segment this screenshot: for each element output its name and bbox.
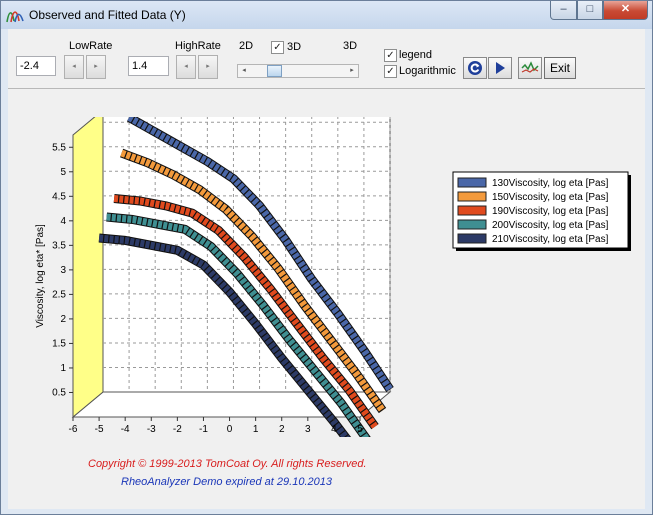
- window-title: Observed and Fitted Data (Y): [29, 8, 186, 22]
- maximize-button[interactable]: □: [577, 1, 603, 20]
- y-tick-label: 1: [60, 363, 66, 374]
- label-3d: 3D: [343, 40, 358, 52]
- play-button[interactable]: [488, 57, 512, 79]
- play-icon: [496, 62, 505, 74]
- refresh-button[interactable]: [463, 57, 487, 79]
- demo-expiry-text: RheoAnalyzer Demo expired at 29.10.2013: [121, 476, 332, 488]
- y-tick-label: 5: [60, 167, 66, 178]
- x-tick-label: 0: [227, 424, 233, 435]
- toolbar-divider: [8, 88, 645, 89]
- view-angle-slider[interactable]: ◂ ▸: [237, 64, 359, 78]
- x-tick-label: 5: [357, 424, 363, 435]
- copyright-text: Copyright © 1999-2013 TomCoat Oy. All ri…: [88, 458, 367, 470]
- x-tick-label: -3: [147, 424, 156, 435]
- high-rate-input[interactable]: [128, 56, 169, 76]
- exit-button[interactable]: Exit: [544, 57, 576, 79]
- low-rate-label: LowRate: [69, 40, 113, 52]
- legend-swatch: [457, 205, 487, 216]
- y-tick-label: 3: [60, 265, 66, 276]
- legend-label: 130Viscosity, log eta [Pas]: [492, 178, 609, 189]
- x-tick-label: 1: [253, 424, 259, 435]
- x-tick-label: -6: [69, 424, 78, 435]
- app-window: Observed and Fitted Data (Y) – □ ✕ LowRa…: [0, 0, 653, 515]
- legend-checkbox[interactable]: ✓: [384, 49, 397, 62]
- chart-icon: [521, 61, 539, 73]
- legend-checkbox-label: legend: [399, 49, 433, 61]
- y-tick-label: 2.5: [52, 289, 66, 300]
- refresh-icon: [468, 61, 482, 75]
- y-tick-label: 4: [60, 216, 66, 227]
- legend-swatch: [457, 233, 487, 244]
- chart-left-wall: [72, 117, 104, 419]
- y-tick-label: 4.5: [52, 191, 66, 202]
- slider-thumb[interactable]: [267, 65, 282, 77]
- x-tick-label: -4: [121, 424, 130, 435]
- legend-label: 200Viscosity, log eta [Pas]: [492, 220, 609, 231]
- legend-label: 210Viscosity, log eta [Pas]: [492, 234, 609, 245]
- y-tick-label: 1.5: [52, 338, 66, 349]
- viscosity-chart: -6 -5 -4 -3 -2 -1 0 1 2 3 4 5 0.5 1 1.5 2 2.5 3 3.5 4 4.5 5 5.…: [35, 117, 631, 437]
- x-tick-label: 3: [305, 424, 311, 435]
- y-tick-label: 5.5: [52, 142, 66, 153]
- low-rate-decrease-button[interactable]: ◂: [64, 55, 84, 79]
- y-axis-title: Viscosity, log eta* [Pas]: [35, 224, 46, 328]
- close-button[interactable]: ✕: [603, 1, 648, 20]
- legend-swatch: [457, 177, 487, 188]
- high-rate-label: HighRate: [175, 40, 221, 52]
- x-tick-label: 4: [331, 424, 337, 435]
- logarithmic-checkbox-label: Logarithmic: [399, 65, 456, 77]
- slider-right-arrow-icon[interactable]: ▸: [346, 65, 358, 77]
- app-icon: [6, 11, 24, 23]
- chart-button[interactable]: [518, 57, 542, 79]
- legend-label: 150Viscosity, log eta [Pas]: [492, 192, 609, 203]
- x-tick-label: -5: [95, 424, 104, 435]
- label-2d: 2D: [239, 40, 254, 52]
- x-tick-label: -1: [199, 424, 208, 435]
- x-tick-label: -2: [173, 424, 182, 435]
- y-tick-label: 0.5: [52, 387, 66, 398]
- legend-swatch: [457, 219, 487, 230]
- x-tick-label: 2: [279, 424, 285, 435]
- high-rate-increase-button[interactable]: ▸: [198, 55, 218, 79]
- logarithmic-checkbox[interactable]: ✓: [384, 65, 397, 78]
- toolbar: LowRate ◂ ▸ HighRate ◂ ▸ 2D ✓ 3D 3D ◂ ▸ …: [8, 29, 645, 87]
- low-rate-input[interactable]: [16, 56, 56, 76]
- legend-swatch: [457, 191, 487, 202]
- legend-label: 190Viscosity, log eta [Pas]: [492, 206, 609, 217]
- low-rate-increase-button[interactable]: ▸: [86, 55, 106, 79]
- content-area: LowRate ◂ ▸ HighRate ◂ ▸ 2D ✓ 3D 3D ◂ ▸ …: [8, 29, 645, 509]
- y-tick-label: 3.5: [52, 240, 66, 251]
- minimize-button[interactable]: –: [550, 1, 577, 20]
- high-rate-decrease-button[interactable]: ◂: [176, 55, 196, 79]
- y-tick-label: 2: [60, 314, 66, 325]
- slider-left-arrow-icon[interactable]: ◂: [238, 65, 250, 77]
- 3d-checkbox-label: 3D: [287, 41, 302, 53]
- title-bar[interactable]: Observed and Fitted Data (Y) – □ ✕: [1, 1, 652, 29]
- 3d-checkbox[interactable]: ✓: [271, 41, 284, 54]
